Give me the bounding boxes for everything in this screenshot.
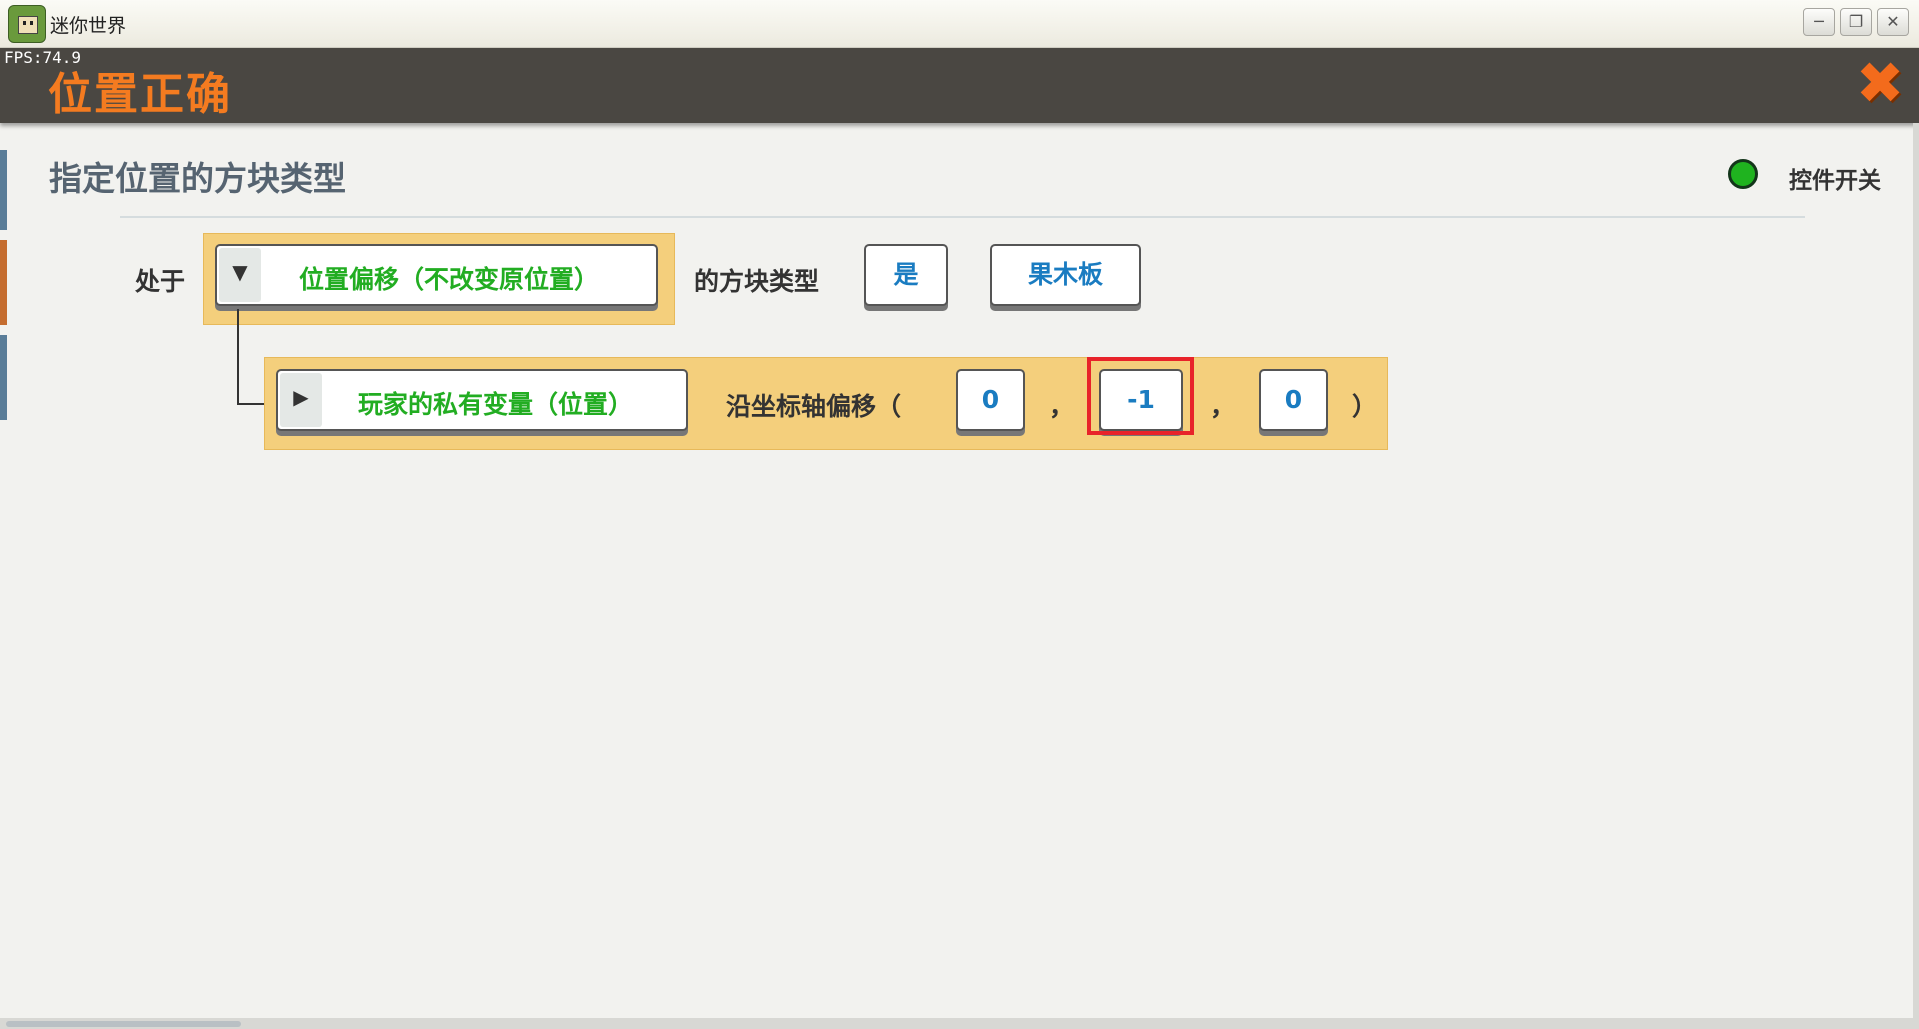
separator: ， xyxy=(1210,392,1236,421)
window-titlebar: 迷你世界 ─ ❐ ✕ xyxy=(0,0,1919,48)
game-app-icon xyxy=(8,5,46,43)
close-icon[interactable]: ✖ xyxy=(1852,54,1908,112)
left-edge-accent xyxy=(0,240,7,325)
control-toggle-label: 控件开关 xyxy=(1789,168,1881,194)
prefix-label: 处于 xyxy=(135,267,186,296)
app-icon-eye-right xyxy=(30,21,33,25)
header-bar xyxy=(0,48,1919,123)
position-offset-dropdown[interactable]: ▼ 位置偏移（不改变原位置） xyxy=(215,244,658,306)
block-type-label: 的方块类型 xyxy=(694,267,820,296)
close-paren: ） xyxy=(1352,392,1378,421)
window-close-button[interactable]: ✕ xyxy=(1877,8,1909,36)
window-title: 迷你世界 xyxy=(50,15,127,37)
player-variable-dropdown[interactable]: ▶ 玩家的私有变量（位置） xyxy=(276,369,688,431)
page-title: 位置正确 xyxy=(48,69,232,120)
chevron-down-icon: ▼ xyxy=(232,260,248,284)
dropdown-label: 玩家的私有变量（位置） xyxy=(358,390,634,419)
app-icon-face xyxy=(18,16,38,34)
minimize-button[interactable]: ─ xyxy=(1803,8,1835,36)
is-value-button[interactable]: 是 xyxy=(864,244,948,306)
chevron-right-icon: ▶ xyxy=(293,385,309,409)
control-toggle-indicator[interactable] xyxy=(1728,159,1758,189)
axis-offset-label: 沿坐标轴偏移（ xyxy=(726,392,902,421)
fps-counter: FPS:74.9 xyxy=(4,48,82,67)
scrollbar-thumb[interactable] xyxy=(6,1021,241,1027)
separator: ， xyxy=(1049,392,1075,421)
nesting-connector xyxy=(237,403,265,405)
maximize-button[interactable]: ❐ xyxy=(1840,8,1872,36)
block-value-button[interactable]: 果木板 xyxy=(990,244,1141,306)
horizontal-scrollbar[interactable] xyxy=(0,1018,1919,1029)
right-frame xyxy=(1913,123,1919,1029)
nesting-connector xyxy=(237,309,239,405)
left-edge-accent xyxy=(0,150,7,230)
dropdown-label: 位置偏移（不改变原位置） xyxy=(299,265,600,294)
highlight-box xyxy=(1087,357,1194,435)
z-offset-input[interactable]: 0 xyxy=(1259,369,1328,431)
x-offset-input[interactable]: 0 xyxy=(956,369,1025,431)
section-divider xyxy=(120,216,1805,218)
dropdown-toggle[interactable]: ▼ xyxy=(219,248,261,302)
dropdown-toggle[interactable]: ▶ xyxy=(280,373,322,427)
app-icon-eye-left xyxy=(23,21,26,25)
section-title: 指定位置的方块类型 xyxy=(49,159,346,198)
left-edge-accent xyxy=(0,335,7,420)
